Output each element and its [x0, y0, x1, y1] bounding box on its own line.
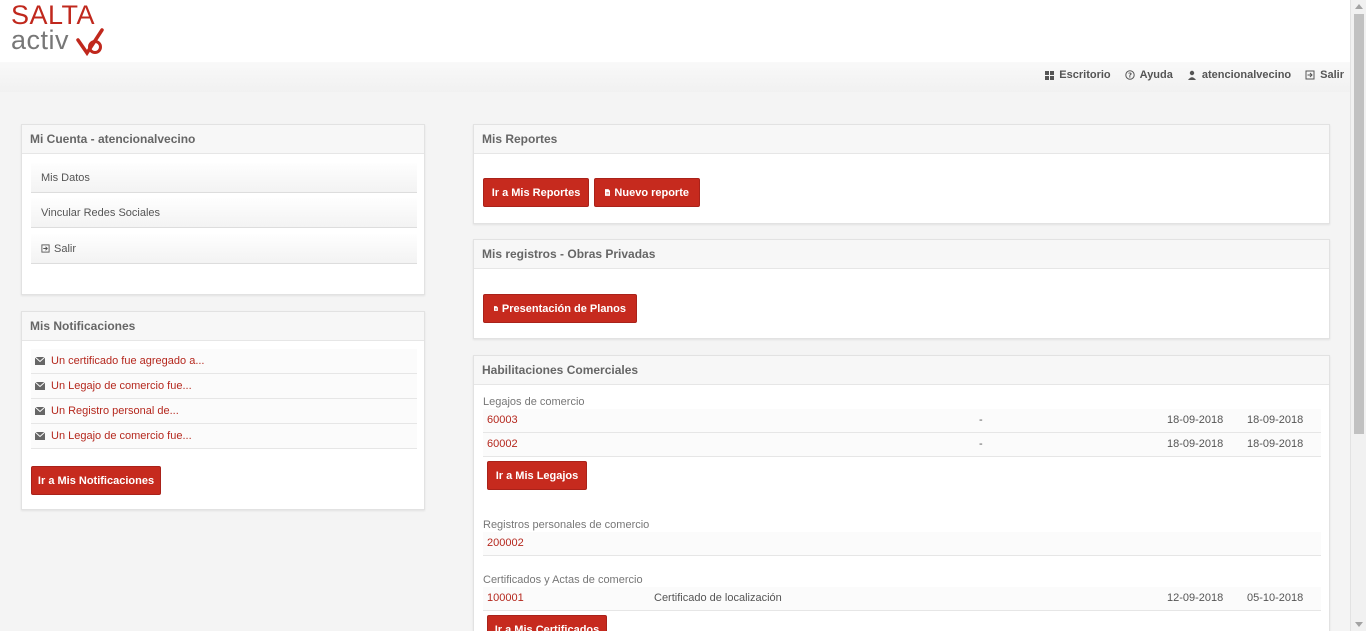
mis-reportes-panel: Mis Reportes Ir a Mis Reportes Nuevo rep…	[473, 124, 1330, 224]
notification-item[interactable]: Un Legajo de comercio fue...	[31, 424, 417, 449]
vincular-redes-item[interactable]: Vincular Redes Sociales	[31, 198, 417, 228]
legajo-date2: 18-09-2018	[1247, 438, 1304, 450]
certificado-desc: Certificado de localización	[654, 592, 782, 604]
envelope-icon	[35, 407, 45, 415]
legajo-date1: 18-09-2018	[1167, 414, 1224, 426]
nav-ayuda-label: Ayuda	[1139, 69, 1173, 81]
legajo-date2: 18-09-2018	[1247, 414, 1304, 426]
registros-personales-label: Registros personales de comercio	[483, 519, 650, 531]
user-icon	[1187, 70, 1196, 80]
table-row: 60002 - 18-09-2018 18-09-2018	[483, 433, 1321, 457]
notificaciones-panel: Mis Notificaciones Un certificado fue ag…	[21, 311, 425, 510]
scroll-up-arrow[interactable]	[1355, 4, 1363, 9]
nav-user[interactable]: atencionalvecino	[1187, 69, 1291, 81]
habilitaciones-title: Habilitaciones Comerciales	[474, 356, 1329, 385]
notification-item[interactable]: Un Registro personal de...	[31, 399, 417, 424]
nav-ayuda[interactable]: ? Ayuda	[1124, 69, 1173, 81]
nuevo-reporte-label: Nuevo reporte	[614, 186, 689, 199]
legajo-link[interactable]: 60003	[487, 414, 518, 426]
scroll-thumb[interactable]	[1354, 14, 1364, 434]
table-row: 200002	[483, 532, 1321, 556]
legajo-desc: -	[979, 414, 983, 426]
vincular-redes-label: Vincular Redes Sociales	[41, 206, 161, 219]
cuenta-salir-label: Salir	[54, 242, 77, 255]
habilitaciones-panel: Habilitaciones Comerciales Legajos de co…	[473, 355, 1330, 631]
logout-icon	[1305, 70, 1315, 80]
notification-text: Un Registro personal de...	[51, 405, 179, 417]
certificado-date2: 05-10-2018	[1247, 592, 1304, 604]
nuevo-reporte-button[interactable]: Nuevo reporte	[594, 178, 700, 207]
vertical-scrollbar[interactable]	[1350, 0, 1366, 631]
legajo-date1: 18-09-2018	[1167, 438, 1224, 450]
ir-mis-certificados-button[interactable]: Ir a Mis Certificados	[487, 615, 607, 631]
help-icon: ?	[1124, 70, 1135, 80]
salta-activa-logo[interactable]: SALTA activ	[11, 2, 104, 56]
registro-link[interactable]: 200002	[487, 537, 524, 549]
ir-mis-legajos-button[interactable]: Ir a Mis Legajos	[487, 461, 587, 490]
logo-line2: activ	[11, 25, 70, 55]
envelope-icon	[35, 357, 45, 365]
mi-cuenta-title: Mi Cuenta - atencionalvecino	[22, 125, 424, 154]
notification-item[interactable]: Un certificado fue agregado a...	[31, 349, 417, 374]
notification-text: Un Legajo de comercio fue...	[51, 430, 192, 442]
header: SALTA activ	[0, 0, 1350, 62]
legajo-link[interactable]: 60002	[487, 438, 518, 450]
certificados-label: Certificados y Actas de comercio	[483, 574, 643, 586]
scroll-down-arrow[interactable]	[1355, 622, 1363, 627]
logo-check-icon	[76, 28, 104, 56]
ir-mis-notificaciones-button[interactable]: Ir a Mis Notificaciones	[31, 466, 161, 495]
table-row: 100001 Certificado de localización 12-09…	[483, 587, 1321, 611]
legajo-desc: -	[979, 438, 983, 450]
certificado-link[interactable]: 100001	[487, 592, 524, 604]
nav-salir-label: Salir	[1320, 69, 1344, 81]
legajos-label: Legajos de comercio	[483, 396, 585, 408]
presentacion-planos-button[interactable]: Presentación de Planos	[483, 294, 637, 323]
certificado-date1: 12-09-2018	[1167, 592, 1224, 604]
obras-privadas-title: Mis registros - Obras Privadas	[474, 240, 1329, 269]
mis-datos-label: Mis Datos	[41, 171, 90, 184]
nav-escritorio-label: Escritorio	[1059, 69, 1111, 81]
notification-text: Un certificado fue agregado a...	[51, 355, 205, 367]
mis-reportes-title: Mis Reportes	[474, 125, 1329, 154]
mi-cuenta-panel: Mi Cuenta - atencionalvecino Mis Datos V…	[21, 124, 425, 295]
ir-mis-reportes-button[interactable]: Ir a Mis Reportes	[483, 178, 589, 207]
obras-privadas-panel: Mis registros - Obras Privadas Presentac…	[473, 239, 1330, 339]
document-icon	[605, 189, 611, 196]
table-row: 60003 - 18-09-2018 18-09-2018	[483, 409, 1321, 433]
presentacion-planos-label: Presentación de Planos	[501, 302, 626, 315]
notificaciones-title: Mis Notificaciones	[22, 312, 424, 341]
nav-salir[interactable]: Salir	[1305, 69, 1344, 81]
mis-datos-item[interactable]: Mis Datos	[31, 163, 417, 193]
notification-text: Un Legajo de comercio fue...	[51, 380, 192, 392]
nav-user-label: atencionalvecino	[1201, 69, 1292, 81]
nav-escritorio[interactable]: Escritorio	[1045, 69, 1111, 81]
envelope-icon	[35, 382, 45, 390]
logout-icon	[41, 244, 50, 253]
top-navbar: Escritorio ? Ayuda atencionalvecino Sali…	[0, 62, 1350, 92]
document-icon	[494, 306, 498, 311]
svg-text:?: ?	[1128, 72, 1132, 80]
envelope-icon	[35, 432, 45, 440]
cuenta-salir-item[interactable]: Salir	[31, 234, 417, 264]
dashboard-icon	[1045, 70, 1055, 80]
notification-item[interactable]: Un Legajo de comercio fue...	[31, 374, 417, 399]
